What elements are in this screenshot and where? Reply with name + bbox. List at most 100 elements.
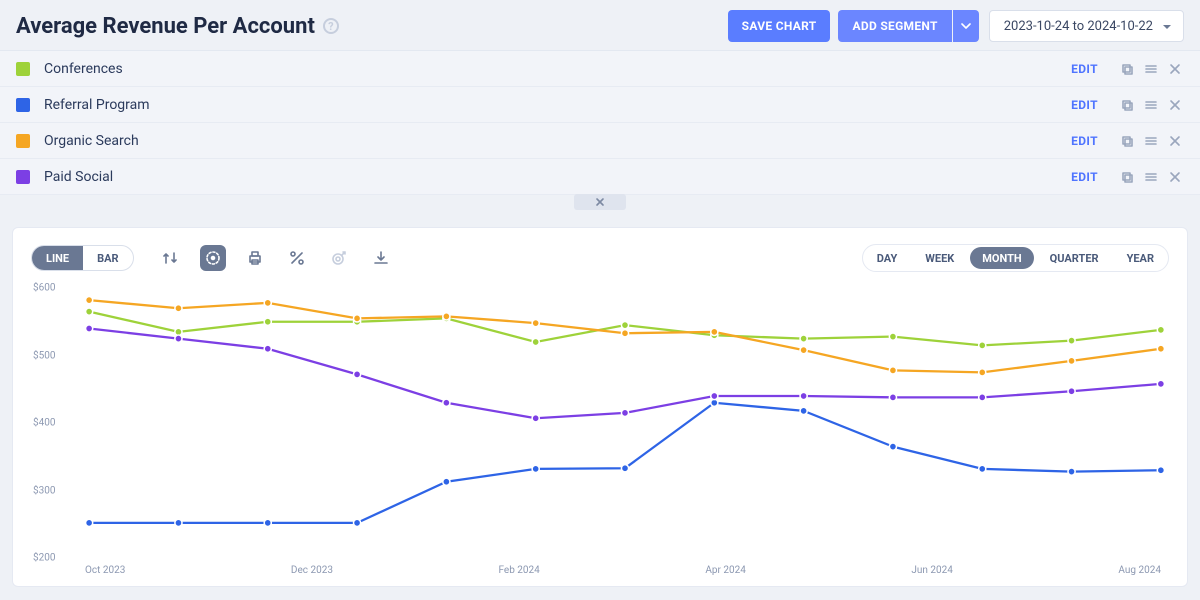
data-point[interactable]: [264, 345, 271, 352]
page-title: Average Revenue Per Account: [16, 14, 315, 39]
chart-type-toggle: LINE BAR: [31, 245, 134, 271]
data-point[interactable]: [175, 335, 182, 342]
data-point[interactable]: [621, 409, 628, 416]
period-quarter[interactable]: QUARTER: [1038, 247, 1111, 269]
data-point[interactable]: [443, 313, 450, 320]
segment-edit-button[interactable]: EDIT: [1071, 98, 1098, 112]
x-axis-tick: Oct 2023: [85, 565, 125, 576]
segment-edit-button[interactable]: EDIT: [1071, 62, 1098, 76]
data-point[interactable]: [800, 407, 807, 414]
chart-card: LINE BAR DAY WEEK MONTH QUARTER YEAR $60…: [12, 227, 1188, 587]
print-icon[interactable]: [242, 245, 268, 271]
data-point[interactable]: [1068, 468, 1075, 475]
add-segment-button[interactable]: ADD SEGMENT: [838, 10, 951, 42]
data-point[interactable]: [532, 338, 539, 345]
data-point[interactable]: [1068, 357, 1075, 364]
period-day[interactable]: DAY: [865, 247, 910, 269]
help-icon[interactable]: ?: [323, 18, 339, 34]
data-point[interactable]: [979, 394, 986, 401]
drag-handle-icon[interactable]: [1142, 132, 1160, 150]
focus-icon[interactable]: [200, 245, 226, 271]
data-point[interactable]: [889, 367, 896, 374]
chart-svg: [83, 288, 1167, 558]
save-chart-button[interactable]: SAVE CHART: [728, 10, 831, 42]
x-axis-tick: Apr 2024: [705, 565, 746, 576]
data-point[interactable]: [1157, 467, 1164, 474]
chart-type-bar[interactable]: BAR: [83, 246, 132, 270]
data-point[interactable]: [979, 342, 986, 349]
y-axis-tick: $300: [33, 485, 55, 496]
period-year[interactable]: YEAR: [1115, 247, 1166, 269]
data-point[interactable]: [86, 308, 93, 315]
data-point[interactable]: [1157, 380, 1164, 387]
data-point[interactable]: [621, 465, 628, 472]
collapse-segments-button[interactable]: [574, 194, 626, 210]
data-point[interactable]: [264, 519, 271, 526]
segment-name: Paid Social: [44, 169, 1071, 185]
data-point[interactable]: [175, 519, 182, 526]
data-point[interactable]: [353, 519, 360, 526]
data-point[interactable]: [800, 392, 807, 399]
x-axis-tick: Jun 2024: [911, 565, 953, 576]
remove-icon[interactable]: [1166, 60, 1184, 78]
drag-handle-icon[interactable]: [1142, 168, 1160, 186]
add-segment-dropdown[interactable]: [953, 10, 979, 42]
duplicate-icon[interactable]: [1118, 96, 1136, 114]
duplicate-icon[interactable]: [1118, 132, 1136, 150]
y-axis-tick: $600: [33, 283, 55, 294]
drag-handle-icon[interactable]: [1142, 96, 1160, 114]
data-point[interactable]: [264, 299, 271, 306]
duplicate-icon[interactable]: [1118, 60, 1136, 78]
target-icon: [326, 245, 352, 271]
remove-icon[interactable]: [1166, 96, 1184, 114]
segment-edit-button[interactable]: EDIT: [1071, 170, 1098, 184]
data-point[interactable]: [800, 346, 807, 353]
segment-name: Conferences: [44, 61, 1071, 77]
series-line: [89, 329, 1161, 419]
chart-type-line[interactable]: LINE: [32, 246, 83, 270]
data-point[interactable]: [979, 369, 986, 376]
data-point[interactable]: [889, 333, 896, 340]
data-point[interactable]: [175, 305, 182, 312]
data-point[interactable]: [353, 315, 360, 322]
percent-icon[interactable]: [284, 245, 310, 271]
segment-edit-button[interactable]: EDIT: [1071, 134, 1098, 148]
data-point[interactable]: [532, 465, 539, 472]
data-point[interactable]: [443, 478, 450, 485]
data-point[interactable]: [86, 325, 93, 332]
data-point[interactable]: [86, 519, 93, 526]
data-point[interactable]: [353, 371, 360, 378]
data-point[interactable]: [1068, 337, 1075, 344]
duplicate-icon[interactable]: [1118, 168, 1136, 186]
data-point[interactable]: [1157, 345, 1164, 352]
data-point[interactable]: [443, 399, 450, 406]
data-point[interactable]: [711, 392, 718, 399]
compare-icon[interactable]: [158, 245, 184, 271]
data-point[interactable]: [889, 394, 896, 401]
data-point[interactable]: [711, 328, 718, 335]
data-point[interactable]: [621, 330, 628, 337]
data-point[interactable]: [264, 318, 271, 325]
close-icon: [595, 197, 605, 207]
data-point[interactable]: [889, 443, 896, 450]
data-point[interactable]: [979, 465, 986, 472]
date-range-picker[interactable]: 2023-10-24 to 2024-10-22: [989, 10, 1184, 42]
download-icon[interactable]: [368, 245, 394, 271]
data-point[interactable]: [1157, 326, 1164, 333]
period-month[interactable]: MONTH: [970, 247, 1033, 269]
data-point[interactable]: [532, 319, 539, 326]
remove-icon[interactable]: [1166, 132, 1184, 150]
segment-name: Referral Program: [44, 97, 1071, 113]
x-axis: Oct 2023Dec 2023Feb 2024Apr 2024Jun 2024…: [85, 565, 1161, 576]
chart-plot: $600$500$400$300$200Oct 2023Dec 2023Feb …: [33, 288, 1167, 558]
data-point[interactable]: [800, 335, 807, 342]
data-point[interactable]: [532, 415, 539, 422]
series-line: [89, 403, 1161, 523]
period-week[interactable]: WEEK: [913, 247, 966, 269]
period-selector: DAY WEEK MONTH QUARTER YEAR: [862, 244, 1169, 272]
remove-icon[interactable]: [1166, 168, 1184, 186]
drag-handle-icon[interactable]: [1142, 60, 1160, 78]
data-point[interactable]: [86, 297, 93, 304]
data-point[interactable]: [1068, 388, 1075, 395]
data-point[interactable]: [621, 321, 628, 328]
